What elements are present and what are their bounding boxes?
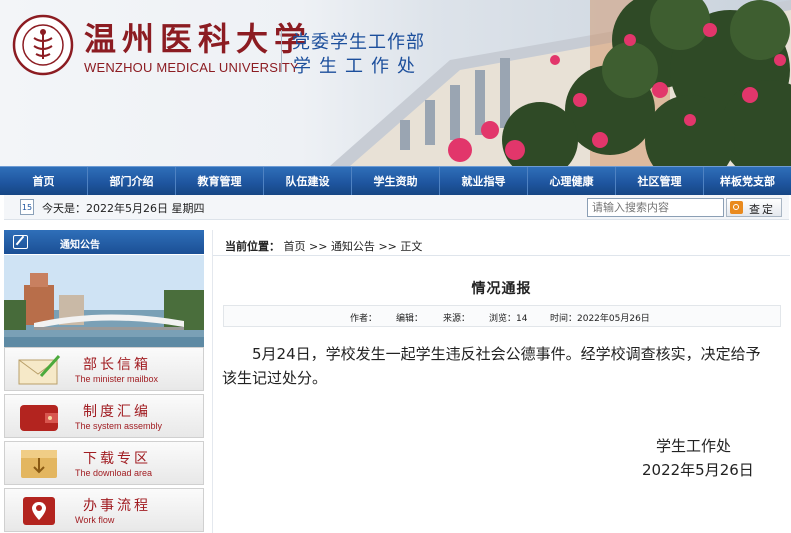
nav-student-aid[interactable]: 学生资助 <box>352 166 440 196</box>
location-pin-icon <box>23 497 55 525</box>
service-subtitle: Work flow <box>75 515 115 525</box>
edit-icon <box>13 235 28 249</box>
service-title: 部长信箱 <box>83 357 151 373</box>
service-subtitle: The minister mailbox <box>75 374 159 384</box>
nav-model-party-branch[interactable]: 样板党支部 <box>704 167 791 196</box>
nav-community-management[interactable]: 社区管理 <box>616 166 704 196</box>
main-content: 当前位置： 首页 >> 通知公告 >> 正文 情况通报 作者： 编辑： 来源： … <box>212 230 790 533</box>
calendar-icon: 15 <box>20 199 34 215</box>
university-name-en: WENZHOU MEDICAL UNIVERSITY <box>84 60 299 75</box>
breadcrumb-item-notice[interactable]: 通知公告 <box>331 240 375 253</box>
header-divider <box>281 30 282 72</box>
service-title: 办事流程 <box>83 498 151 514</box>
sidebar: 通知公告 部长信箱 The minister mailbox 制度汇编 The … <box>4 230 204 533</box>
nav-team-building[interactable]: 队伍建设 <box>264 166 352 196</box>
department-name-line1: 党委学生工作部 <box>292 32 425 53</box>
meta-views: 浏览：14 <box>489 314 528 324</box>
article-signature-date: 2022年5月26日 <box>642 461 754 479</box>
meta-editor: 编辑： <box>396 314 424 324</box>
current-date: 今天是：2022年5月26日 星期四 <box>42 202 205 215</box>
search-icon <box>730 201 743 214</box>
breadcrumb-item-home[interactable]: 首页 <box>284 240 306 253</box>
breadcrumb-divider <box>213 255 790 256</box>
article-signature-department: 学生工作处 <box>656 437 732 455</box>
service-system-assembly[interactable]: 制度汇编 The system assembly <box>4 394 204 438</box>
nav-home[interactable]: 首页 <box>0 166 88 196</box>
main-nav: 首页 部门介绍 教育管理 队伍建设 学生资助 就业指导 心理健康 社区管理 样板… <box>0 166 791 196</box>
service-download-area[interactable]: 下载专区 The download area <box>4 441 204 485</box>
nav-education-management[interactable]: 教育管理 <box>176 166 264 196</box>
department-name-line2: 学生工作处 <box>293 56 423 77</box>
info-bar: 15 今天是：2022年5月26日 星期四 查定 <box>4 195 789 220</box>
search-button-label: 查定 <box>749 204 775 216</box>
meta-time: 时间：2022年05月26日 <box>550 314 650 324</box>
wallet-icon <box>20 405 58 431</box>
service-minister-mailbox[interactable]: 部长信箱 The minister mailbox <box>4 347 204 391</box>
nav-mental-health[interactable]: 心理健康 <box>528 166 616 196</box>
breadcrumb-separator: >> <box>309 240 328 253</box>
search-input[interactable] <box>587 198 724 217</box>
nav-department-intro[interactable]: 部门介绍 <box>88 166 176 196</box>
breadcrumb: 当前位置： 首页 >> 通知公告 >> 正文 <box>225 238 422 254</box>
campus-building-banner <box>330 0 791 166</box>
envelope-icon <box>18 354 61 385</box>
service-subtitle: The system assembly <box>75 421 163 431</box>
search-button[interactable]: 查定 <box>726 198 782 217</box>
nav-employment-guidance[interactable]: 就业指导 <box>440 166 528 196</box>
university-seal-icon <box>12 14 74 76</box>
site-header: 温州医科大学 WENZHOU MEDICAL UNIVERSITY 党委学生工作… <box>0 0 791 166</box>
breadcrumb-item-current: 正文 <box>400 240 423 253</box>
service-work-flow[interactable]: 办事流程 Work flow <box>4 488 204 532</box>
notice-section-header[interactable]: 通知公告 <box>4 230 204 254</box>
meta-author: 作者： <box>350 314 378 324</box>
breadcrumb-prefix: 当前位置： <box>225 240 280 253</box>
service-subtitle: The download area <box>75 468 153 478</box>
breadcrumb-separator: >> <box>378 240 397 253</box>
university-name-cn: 温州医科大学 <box>84 20 313 58</box>
download-box-icon <box>21 450 57 478</box>
article-meta: 作者： 编辑： 来源： 浏览：14 时间：2022年05月26日 <box>223 305 781 327</box>
article-body: 5月24日，学校发生一起学生违反社会公德事件。经学校调查核实，决定给予该生记过处… <box>222 345 761 387</box>
service-title: 制度汇编 <box>83 404 151 420</box>
campus-photo <box>4 255 204 355</box>
notice-section-title: 通知公告 <box>60 240 100 251</box>
service-title: 下载专区 <box>83 451 151 467</box>
article-title: 情况通报 <box>471 281 532 297</box>
meta-source: 来源： <box>443 314 471 324</box>
